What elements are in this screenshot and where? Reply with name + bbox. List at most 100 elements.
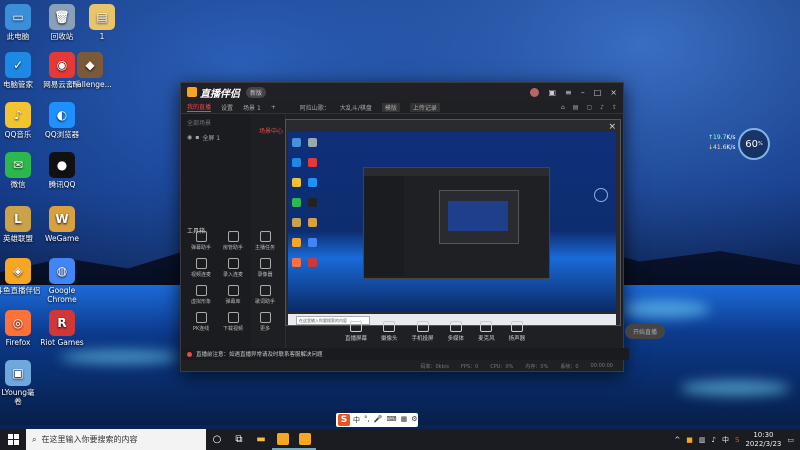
mini-desktop-icon — [308, 238, 317, 247]
source-button[interactable]: 麦克风 — [478, 320, 495, 342]
mini-desktop-icon — [292, 158, 301, 167]
box-icon[interactable]: ▢ — [586, 104, 592, 111]
tool-item[interactable]: 下载视频 — [217, 312, 249, 332]
source-icon — [350, 320, 362, 332]
ime-item[interactable]: 🎤 — [374, 415, 383, 425]
clock[interactable]: 10:30 2022/3/23 — [745, 431, 781, 449]
tray-app-icon[interactable]: ■ — [686, 436, 693, 444]
desktop-icon[interactable]: W WeGame — [32, 206, 92, 243]
ime-item[interactable]: 中 — [353, 415, 360, 425]
ime-item[interactable]: ⚙ — [411, 415, 417, 425]
ime-item[interactable]: °, — [364, 415, 370, 425]
cortana-icon[interactable]: ○ — [206, 429, 228, 450]
tray-language[interactable]: 中 — [722, 435, 729, 445]
desktop-icon[interactable]: ▣ LYoung毫 卷 — [0, 360, 48, 406]
sogou-icon[interactable]: S — [338, 414, 350, 426]
source-icon — [383, 320, 396, 332]
source-button[interactable]: 直播屏幕 — [345, 320, 367, 342]
avatar[interactable] — [530, 87, 540, 97]
tool-item[interactable]: 虚拟形象 — [185, 285, 217, 305]
scene-item[interactable]: ◉ ▪ 全屏 1 — [181, 131, 251, 144]
tray-network-icon[interactable]: ▥ — [699, 436, 706, 444]
tab-my-live[interactable]: 我的直播 — [187, 102, 212, 112]
skin-icon[interactable]: ▣ — [548, 88, 556, 97]
start-live-button[interactable]: 开始直播 — [624, 323, 665, 339]
status-line: 码率：0kb/s FPS：0 CPU：0% 内存：0% 丢帧：0 00:00:00 — [181, 361, 623, 371]
desktop-icon[interactable]: ● 腾讯QQ — [32, 152, 92, 189]
ime-item[interactable]: ⌨ — [386, 415, 396, 425]
add-tab-icon[interactable]: + — [271, 104, 276, 111]
notification-icon[interactable]: ▭ — [787, 436, 794, 444]
tool-icon — [259, 312, 271, 323]
minimize-icon[interactable]: – — [581, 88, 585, 97]
desktop-icon[interactable]: ◍ Google Chrome — [32, 258, 92, 304]
desktop-icon-glyph: ◈ — [5, 258, 31, 284]
preview-close-icon[interactable]: × — [608, 122, 616, 132]
upload-record-button[interactable]: 上传记录 — [409, 102, 440, 112]
desktop-icon[interactable]: ▤ 1 — [72, 4, 132, 41]
source-icon — [449, 320, 462, 332]
tool-label: 弹幕库 — [225, 299, 241, 305]
desktop-icon[interactable]: ◐ QQ浏览器 — [32, 102, 92, 139]
tool-icon — [227, 285, 239, 296]
close-icon[interactable]: × — [610, 88, 617, 97]
desktop-icon-glyph: ◆ — [77, 52, 103, 78]
source-label: 麦克风 — [478, 335, 495, 342]
tool-item[interactable]: 主播任务 — [249, 231, 281, 251]
tray-chevron-icon[interactable]: ^ — [674, 436, 680, 444]
network-stats: ↑19.7K/s ↓41.6K/s — [708, 133, 735, 153]
taskbar-search[interactable]: ⌕ 在这里输入你要搜索的内容 — [26, 429, 206, 450]
source-label: 多媒体 — [447, 335, 465, 342]
source-button[interactable]: 摄像头 — [381, 320, 398, 342]
lock-icon[interactable]: ▪ — [195, 134, 199, 141]
notice-text: 直播前注意：如遇直播异常请及时联系客服解决问题 — [196, 352, 323, 358]
ime-item[interactable]: ▦ — [401, 415, 408, 425]
source-button[interactable]: 手机投屏 — [412, 320, 434, 342]
preview-window: × 在这里输入你要搜索的内容 — [285, 119, 621, 326]
tool-item[interactable]: 更多 — [249, 312, 281, 332]
tool-item[interactable]: 弹幕库 — [217, 285, 249, 305]
mini-desktop-icon — [308, 258, 317, 267]
desktop-icon-glyph: ◍ — [49, 258, 75, 284]
tool-item[interactable]: 录入连麦 — [217, 258, 249, 278]
desktop-icon[interactable]: ◆ challenge... — [60, 52, 120, 89]
file-explorer-icon[interactable]: ▬ — [250, 429, 272, 450]
tool-icon — [259, 258, 271, 269]
tool-item[interactable]: 视频连麦 — [185, 258, 217, 278]
start-button[interactable] — [0, 429, 26, 450]
taskbar-app-douyu-2[interactable] — [294, 429, 316, 450]
tool-item[interactable]: 录像器 — [249, 258, 281, 278]
status-item: 丢帧：0 — [560, 363, 579, 370]
share-icon[interactable]: ⇪ — [612, 104, 617, 111]
tray-volume-icon[interactable]: ♪ — [712, 436, 716, 444]
menu-icon[interactable]: ≡ — [565, 88, 572, 97]
version-badge[interactable]: 新版 — [246, 86, 267, 98]
gift-icon[interactable]: ▤ — [573, 104, 579, 111]
source-button[interactable]: 扬声器 — [509, 320, 525, 342]
desktop-icon-label: 1 — [99, 32, 105, 41]
tool-item[interactable]: 歌词助手 — [249, 285, 281, 305]
eye-icon[interactable]: ◉ — [187, 134, 192, 141]
bell-icon[interactable]: ♪ — [600, 104, 604, 111]
tab-settings[interactable]: 设置 — [221, 103, 233, 112]
source-button[interactable]: 多媒体 — [447, 320, 465, 342]
gauge-unit: % — [757, 141, 763, 147]
task-view-icon[interactable]: ⧉ — [228, 429, 250, 450]
template-button[interactable]: 模版 — [381, 102, 400, 112]
mini-desktop-icon — [292, 138, 301, 147]
app-title: 直播伴侣 — [200, 88, 240, 100]
desktop-icon[interactable]: R Riot Games — [32, 310, 92, 347]
nested-left-panel — [364, 176, 404, 276]
store-icon[interactable]: ⌂ — [561, 104, 565, 111]
status-item: CPU：0% — [490, 363, 514, 370]
tool-item[interactable]: PK连线 — [185, 312, 217, 332]
cpu-gauge[interactable]: 60% — [738, 128, 770, 160]
tool-icon — [227, 312, 239, 323]
tray-ime-icon[interactable]: S — [735, 436, 739, 444]
tab-scene-1[interactable]: 场景 1 — [243, 103, 261, 112]
tool-item[interactable]: 房管助手 — [217, 231, 249, 251]
tool-item[interactable]: 弹幕助手 — [185, 231, 217, 251]
toolbar-text-1[interactable]: 大乱斗/棋盘 — [340, 103, 372, 112]
maximize-icon[interactable]: □ — [594, 88, 602, 97]
taskbar-app-douyu[interactable] — [272, 429, 294, 450]
